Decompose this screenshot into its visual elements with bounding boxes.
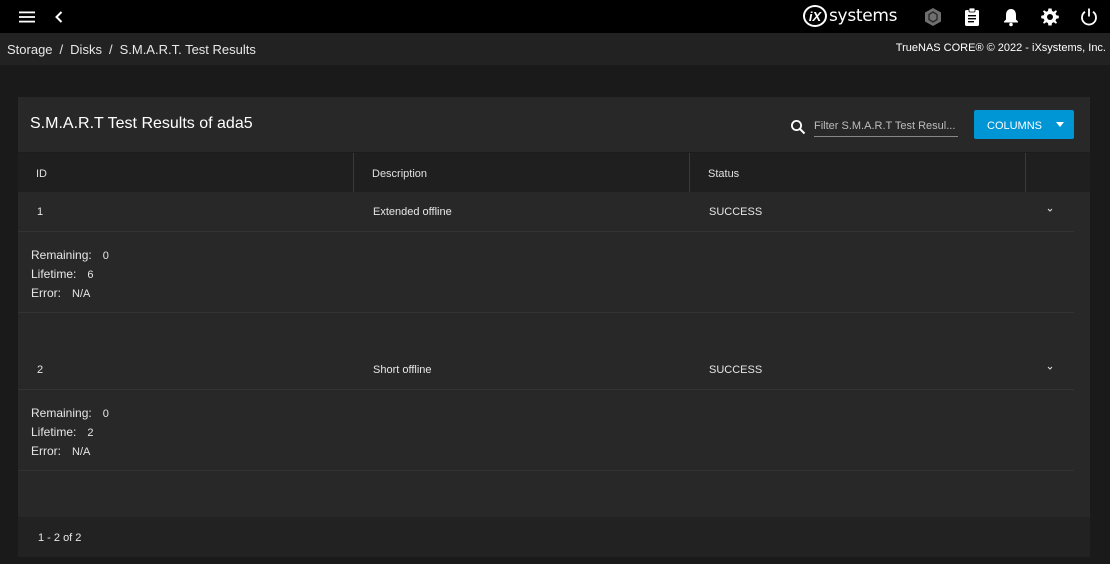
cell-id: 2: [37, 364, 44, 376]
menu-icon[interactable]: [15, 5, 39, 29]
detail-label: Lifetime:: [31, 425, 77, 439]
pagination-range: 1 - 2 of 2: [38, 532, 82, 544]
table-row[interactable]: 2 Short offline SUCCESS: [18, 350, 1074, 390]
breadcrumb: Storage / Disks / S.M.A.R.T. Test Result…: [7, 42, 256, 57]
table-row[interactable]: 1 Extended offline SUCCESS: [18, 192, 1074, 232]
chevron-down-icon[interactable]: [1045, 360, 1055, 370]
detail-error: Error: N/A: [31, 444, 90, 458]
detail-label: Error:: [31, 444, 61, 458]
cell-status: SUCCESS: [709, 206, 763, 218]
columns-button[interactable]: COLUMNS: [974, 110, 1074, 139]
gear-icon[interactable]: [1037, 4, 1062, 29]
power-icon[interactable]: [1076, 4, 1101, 29]
page-title: S.M.A.R.T Test Results of ada5: [30, 115, 253, 132]
breadcrumb-separator: /: [59, 42, 64, 57]
detail-value: 0: [102, 250, 109, 262]
topbar-actions: [920, 4, 1101, 29]
copyright-text: TrueNAS CORE® © 2022 - iXsystems, Inc.: [895, 42, 1106, 54]
clipboard-icon[interactable]: [959, 4, 984, 29]
card-header: S.M.A.R.T Test Results of ada5 COLUMNS: [18, 97, 1090, 153]
detail-value: 6: [87, 269, 94, 281]
chevron-down-icon[interactable]: [1045, 202, 1055, 212]
detail-label: Lifetime:: [31, 267, 77, 281]
detail-value: 2: [87, 427, 94, 439]
bell-icon[interactable]: [998, 4, 1023, 29]
table-footer: 1 - 2 of 2: [18, 517, 1090, 557]
search-icon: [790, 119, 808, 137]
column-header-actions: [1026, 153, 1090, 192]
ixsystems-logo: iX systems: [803, 4, 898, 28]
table-header: ID Description Status: [18, 153, 1090, 192]
filter-box: [790, 115, 958, 137]
cell-id: 1: [37, 206, 44, 218]
detail-label: Remaining:: [31, 406, 92, 420]
filter-input[interactable]: [814, 115, 958, 137]
row-detail: Remaining: 0 Lifetime: 2 Error: N/A: [18, 390, 1074, 471]
smart-results-card: S.M.A.R.T Test Results of ada5 COLUMNS I…: [18, 97, 1090, 557]
detail-label: Error:: [31, 286, 61, 300]
logo-text: systems: [829, 6, 898, 26]
cell-description: Extended offline: [373, 206, 452, 218]
detail-lifetime: Lifetime: 6: [31, 267, 93, 281]
chevron-left-icon[interactable]: [47, 5, 71, 29]
detail-remaining: Remaining: 0: [31, 406, 109, 420]
row-detail: Remaining: 0 Lifetime: 6 Error: N/A: [18, 232, 1074, 313]
cell-status: SUCCESS: [709, 364, 763, 376]
breadcrumb-disks[interactable]: Disks: [70, 42, 102, 57]
column-header-status[interactable]: Status: [690, 153, 1026, 192]
detail-label: Remaining:: [31, 248, 92, 262]
cell-description: Short offline: [373, 364, 432, 376]
truecommand-icon[interactable]: [920, 4, 945, 29]
chevron-down-icon: [1056, 122, 1064, 127]
ix-logo-mark: iX: [803, 5, 827, 27]
top-bar: iX systems: [0, 0, 1110, 33]
detail-remaining: Remaining: 0: [31, 248, 109, 262]
detail-value: 0: [102, 408, 109, 420]
column-header-description[interactable]: Description: [354, 153, 690, 192]
detail-value: N/A: [72, 288, 91, 300]
column-header-id[interactable]: ID: [18, 153, 354, 192]
breadcrumb-separator: /: [108, 42, 113, 57]
breadcrumb-storage[interactable]: Storage: [7, 42, 53, 57]
detail-error: Error: N/A: [31, 286, 90, 300]
breadcrumb-smart-results: S.M.A.R.T. Test Results: [119, 42, 256, 57]
columns-button-label: COLUMNS: [987, 120, 1043, 132]
detail-lifetime: Lifetime: 2: [31, 425, 93, 439]
detail-value: N/A: [72, 446, 91, 458]
